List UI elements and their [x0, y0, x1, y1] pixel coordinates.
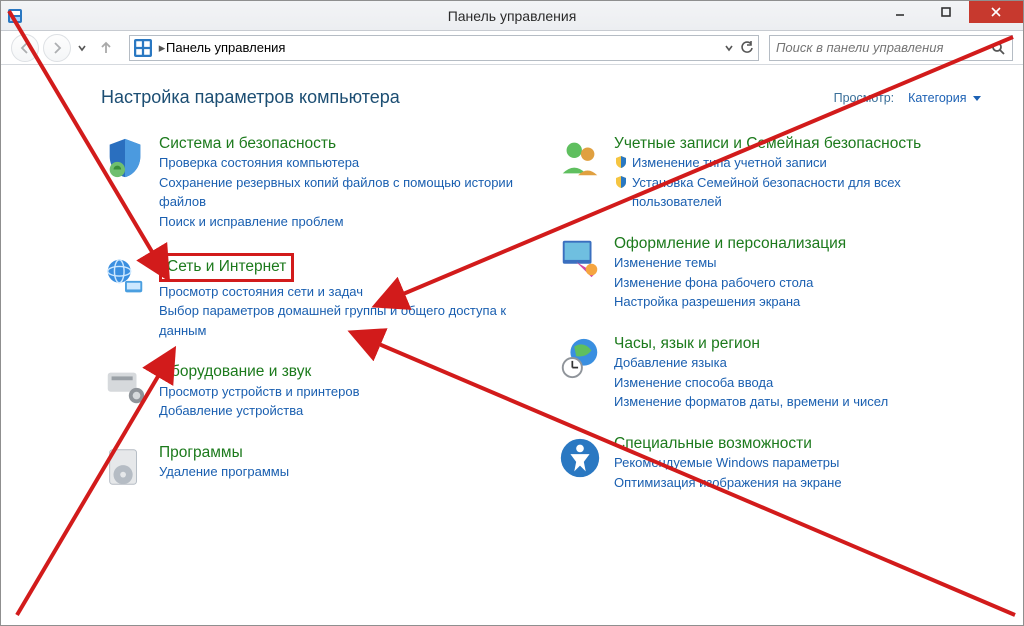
category-column-right: Учетные записи и Семейная безопасность И…: [556, 134, 991, 492]
category-system-security: Система и безопасность Проверка состояни…: [101, 134, 536, 231]
uac-shield-icon: [614, 175, 628, 189]
nav-up-button[interactable]: [93, 35, 119, 61]
category-title[interactable]: Система и безопасность: [159, 134, 336, 153]
view-by-label: Просмотр:: [834, 91, 895, 105]
titlebar: Панель управления: [1, 1, 1023, 31]
sublink[interactable]: Изменение типа учетной записи: [632, 153, 827, 173]
window-buttons: [877, 1, 1023, 23]
nav-forward-button[interactable]: [43, 34, 71, 62]
view-by-value[interactable]: Категория: [908, 91, 966, 105]
category-title[interactable]: Сеть и Интернет: [167, 257, 286, 276]
sublink[interactable]: Просмотр состояния сети и задач: [159, 282, 536, 302]
uac-shield-icon: [614, 155, 628, 169]
category-clock-language-region: Часы, язык и регион Добавление языка Изм…: [556, 334, 991, 412]
hardware-sound-icon: [101, 362, 149, 410]
category-title[interactable]: Оборудование и звук: [159, 362, 311, 381]
category-title[interactable]: Учетные записи и Семейная безопасность: [614, 134, 921, 153]
network-internet-icon: [101, 253, 149, 301]
sublink[interactable]: Изменение фона рабочего стола: [614, 273, 991, 293]
category-title[interactable]: Часы, язык и регион: [614, 334, 760, 353]
minimize-button[interactable]: [877, 1, 923, 23]
refresh-icon[interactable]: [740, 41, 754, 55]
category-title[interactable]: Оформление и персонализация: [614, 234, 846, 253]
category-network-internet: Сеть и Интернет Просмотр состояния сети …: [101, 253, 536, 340]
category-title[interactable]: Программы: [159, 443, 243, 462]
sublink[interactable]: Настройка разрешения экрана: [614, 292, 991, 312]
category-hardware-sound: Оборудование и звук Просмотр устройств и…: [101, 362, 536, 420]
sublink[interactable]: Изменение форматов даты, времени и чисел: [614, 392, 991, 412]
category-column-left: Система и безопасность Проверка состояни…: [101, 134, 536, 492]
category-ease-of-access: Специальные возможности Рекомендуемые Wi…: [556, 434, 991, 492]
search-box[interactable]: [769, 35, 1013, 61]
sublink[interactable]: Выбор параметров домашней группы и общег…: [159, 301, 536, 340]
category-title[interactable]: Специальные возможности: [614, 434, 812, 453]
nav-bar: ▸ Панель управления: [1, 31, 1023, 65]
content-area: Настройка параметров компьютера Просмотр…: [1, 67, 1023, 625]
search-input[interactable]: [776, 40, 990, 55]
search-icon[interactable]: [990, 40, 1006, 56]
chevron-down-icon[interactable]: [973, 96, 981, 101]
close-button[interactable]: [969, 1, 1023, 23]
control-panel-icon: [134, 39, 152, 57]
sublink[interactable]: Оптимизация изображения на экране: [614, 473, 991, 493]
sublink[interactable]: Рекомендуемые Windows параметры: [614, 453, 991, 473]
control-panel-window: Панель управления ▸ Панель управления: [0, 0, 1024, 626]
chevron-right-icon: ▸: [158, 40, 166, 56]
sublink[interactable]: Сохранение резервных копий файлов с помо…: [159, 173, 536, 212]
highlight-selection: Сеть и Интернет: [159, 253, 294, 281]
sublink[interactable]: Добавление языка: [614, 353, 991, 373]
programs-icon: [101, 443, 149, 491]
sublink[interactable]: Добавление устройства: [159, 401, 536, 421]
page-heading: Настройка параметров компьютера: [101, 87, 400, 108]
sublink[interactable]: Поиск и исправление проблем: [159, 212, 536, 232]
address-dropdown-icon[interactable]: [724, 43, 734, 53]
nav-history-dropdown[interactable]: [75, 36, 89, 60]
clock-region-icon: [556, 334, 604, 382]
sublink[interactable]: Изменение способа ввода: [614, 373, 991, 393]
appearance-icon: [556, 234, 604, 282]
address-bar[interactable]: ▸ Панель управления: [129, 35, 759, 61]
ease-of-access-icon: [556, 434, 604, 482]
user-accounts-icon: [556, 134, 604, 182]
nav-back-button[interactable]: [11, 34, 39, 62]
category-appearance: Оформление и персонализация Изменение те…: [556, 234, 991, 312]
system-security-icon: [101, 134, 149, 182]
sublink[interactable]: Изменение темы: [614, 253, 991, 273]
sublink[interactable]: Просмотр устройств и принтеров: [159, 382, 536, 402]
window-title: Панель управления: [1, 1, 1023, 31]
maximize-button[interactable]: [923, 1, 969, 23]
breadcrumb-root[interactable]: Панель управления: [166, 40, 285, 55]
sublink[interactable]: Установка Семейной безопасности для всех…: [632, 173, 991, 212]
sublink[interactable]: Удаление программы: [159, 462, 536, 482]
category-programs: Программы Удаление программы: [101, 443, 536, 491]
category-user-accounts: Учетные записи и Семейная безопасность И…: [556, 134, 991, 212]
sublink[interactable]: Проверка состояния компьютера: [159, 153, 536, 173]
view-by: Просмотр: Категория: [834, 91, 981, 105]
